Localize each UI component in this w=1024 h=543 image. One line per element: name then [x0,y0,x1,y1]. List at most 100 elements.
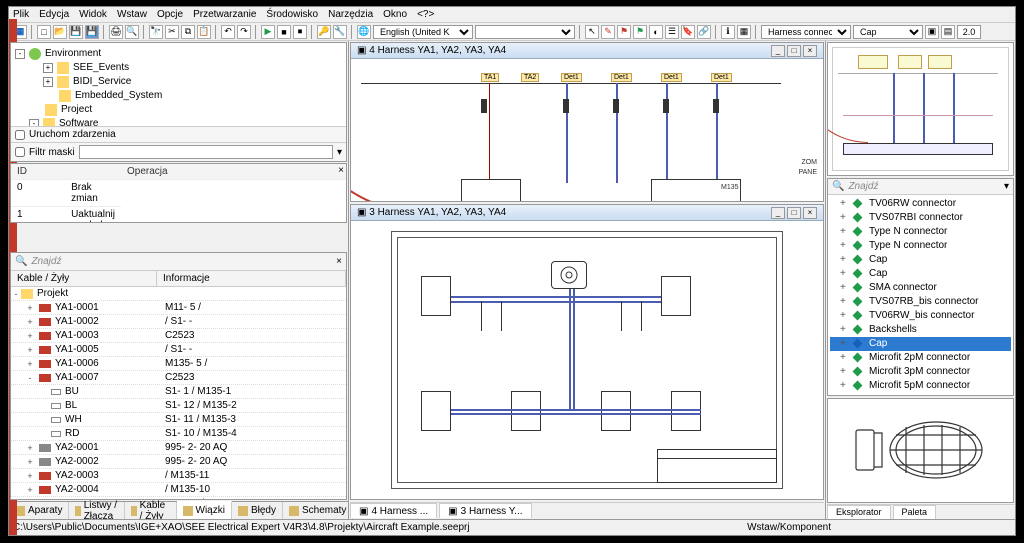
catalog-item[interactable]: +Cap [830,267,1011,281]
tb-info-icon[interactable]: ℹ [721,25,735,39]
tab-explorer[interactable]: Eksplorator [827,505,891,519]
tree-root[interactable]: - Environment [15,47,342,61]
tb-saveall-icon[interactable]: 💾 [85,25,99,39]
menu-help[interactable]: <?> [417,9,434,20]
tb-key-icon[interactable]: 🔑 [317,25,331,39]
close-icon[interactable]: × [803,207,817,219]
catalog-item[interactable]: +Microfit 3pM connector [830,365,1011,379]
tb-paste-icon[interactable]: 📋 [197,25,211,39]
catalog-item[interactable]: +TV06RW connector [830,197,1011,211]
cable-row[interactable]: WHS1- 11 / M135-3 [11,413,346,427]
tb-comp2-icon[interactable]: ▤ [941,25,955,39]
overview-panel[interactable] [827,42,1014,176]
col-id[interactable]: ID [11,164,121,180]
menu-view[interactable]: Widok [79,9,107,20]
tree-item[interactable]: Embedded_System [15,89,342,103]
cable-row[interactable]: +YA1-0001M11- 5 / [11,301,346,315]
doc2-canvas[interactable] [351,221,823,499]
tb-print-icon[interactable]: 🖨 [109,25,123,39]
cable-row[interactable]: +YA1-0005/ S1- - [11,343,346,357]
cable-row[interactable]: BUS1- 1 / M135-1 [11,385,346,399]
cable-row[interactable]: RDS1- 10 / M135-4 [11,427,346,441]
tb-lang-icon[interactable]: 🌐 [357,25,371,39]
tree-item[interactable]: +SEE_Events [15,61,342,75]
doc1-titlebar[interactable]: ▣ 4 Harness YA1, YA2, YA3, YA4 _ □ × [351,43,823,59]
col-cables[interactable]: Kable / Żyły [11,271,157,286]
tb-preview-icon[interactable]: 🔍 [125,25,139,39]
cable-row[interactable]: +YA2-0002995- 2- 20 AQ [11,455,346,469]
catalog-item[interactable]: +SMA connector [830,281,1011,295]
col-op[interactable]: Operacja [121,164,346,180]
tb-flag-red-icon[interactable]: ⚑ [617,25,631,39]
cables-tree[interactable]: - Projekt +YA1-0001M11- 5 /+YA1-0002/ S1… [11,287,346,499]
cable-row[interactable]: +YA2-0009J410- 3 / [11,497,346,499]
tab-palette[interactable]: Paleta [893,505,937,519]
tb-pointer-icon[interactable]: ↖ [585,25,599,39]
tb-run-icon[interactable]: ▶ [261,25,275,39]
tb-undo-icon[interactable]: ↶ [221,25,235,39]
doc-tab[interactable]: ▣3 Harness Y... [439,503,531,518]
catalog-item[interactable]: +Type N connector [830,239,1011,253]
filter-mask-field[interactable] [79,145,333,159]
history-row[interactable]: 1Uaktualnij symbol lub widok aparatu w p… [11,207,121,222]
close-icon[interactable]: × [336,256,342,267]
menu-edit[interactable]: Edycja [39,9,69,20]
tb-redo-icon[interactable]: ↷ [237,25,251,39]
catalog-item[interactable]: +TV06RW_bis connector [830,309,1011,323]
bottom-tab[interactable]: Błędy [232,502,283,519]
expander-icon[interactable]: + [43,77,53,87]
tb-pause-icon[interactable]: ■ [277,25,291,39]
doc-tab[interactable]: ▣4 Harness ... [350,503,437,518]
run-events-checkbox[interactable] [15,130,25,140]
expander-icon[interactable]: - [15,49,25,59]
tree-item[interactable]: Project [15,103,342,117]
catalog-item[interactable]: +TVS07RB_bis connector [830,295,1011,309]
tb-shape2-icon[interactable]: ☰ [665,25,679,39]
dropdown-icon[interactable]: ▾ [1004,181,1009,192]
tb-flag-green-icon[interactable]: ⚑ [633,25,647,39]
close-icon[interactable]: × [338,165,344,176]
bottom-tab[interactable]: Aparaty [9,502,69,519]
lang-combo2[interactable] [475,25,575,39]
cable-row[interactable]: +YA1-0006M135- 5 / [11,357,346,371]
expander-icon[interactable]: + [43,63,53,73]
filter-dropdown-icon[interactable]: ▾ [337,147,342,158]
col-info[interactable]: Informacje [157,271,346,286]
tb-shape1-icon[interactable]: ◐ [649,25,663,39]
catalog-tree[interactable]: +TV06RW connector+TVS07RBI connector+Typ… [828,195,1013,395]
catalog-item[interactable]: +Cap [830,253,1011,267]
tb-save-icon[interactable]: 💾 [69,25,83,39]
minimize-icon[interactable]: _ [771,207,785,219]
lang-combo[interactable]: English (United K [373,25,473,39]
catalog-item[interactable]: +TVS07RBI connector [830,211,1011,225]
cable-row[interactable]: +YA1-0003C2523 [11,329,346,343]
doc2-titlebar[interactable]: ▣ 3 Harness YA1, YA2, YA3, YA4 _ □ × [351,205,823,221]
catalog-item[interactable]: +Microfit 2pM connector [830,351,1011,365]
zoom-input[interactable] [957,25,981,39]
catalog-item[interactable]: +Backshells [830,323,1011,337]
tb-copy-icon[interactable]: ⧉ [181,25,195,39]
history-row[interactable]: 0Brak zmian [11,180,121,207]
catalog-item[interactable]: +Microfit 5pM connector [830,379,1011,393]
cable-row[interactable]: -YA1-0007C2523 [11,371,346,385]
tb-link-icon[interactable]: 🔗 [697,25,711,39]
maximize-icon[interactable]: □ [787,207,801,219]
tree-item[interactable]: -Software [15,117,342,126]
cap-combo[interactable]: Cap [853,25,923,39]
cable-row[interactable]: +YA1-0002/ S1- - [11,315,346,329]
menu-insert[interactable]: Wstaw [117,9,147,20]
filter-mask-checkbox[interactable] [15,147,25,157]
catalog-item[interactable]: +Type N connector [830,225,1011,239]
connector-combo[interactable]: Harness connectors [761,25,851,39]
maximize-icon[interactable]: □ [787,45,801,57]
tb-stop-icon[interactable]: ⏹ [293,25,307,39]
cable-row[interactable]: +YA2-0004/ M135-10 [11,483,346,497]
expander-icon[interactable]: - [29,119,39,126]
bottom-tab[interactable]: Listwy / Złącza [69,502,124,519]
menu-options[interactable]: Opcje [157,9,183,20]
tb-comp-icon[interactable]: ▣ [925,25,939,39]
tb-tag-icon[interactable]: 🔖 [681,25,695,39]
tb-pencil-icon[interactable]: ✎ [601,25,615,39]
doc1-canvas[interactable]: TA1 TA2 Det1 Det1 Det1 Det1 [351,59,823,201]
tb-binoculars-icon[interactable]: 🔭 [149,25,163,39]
